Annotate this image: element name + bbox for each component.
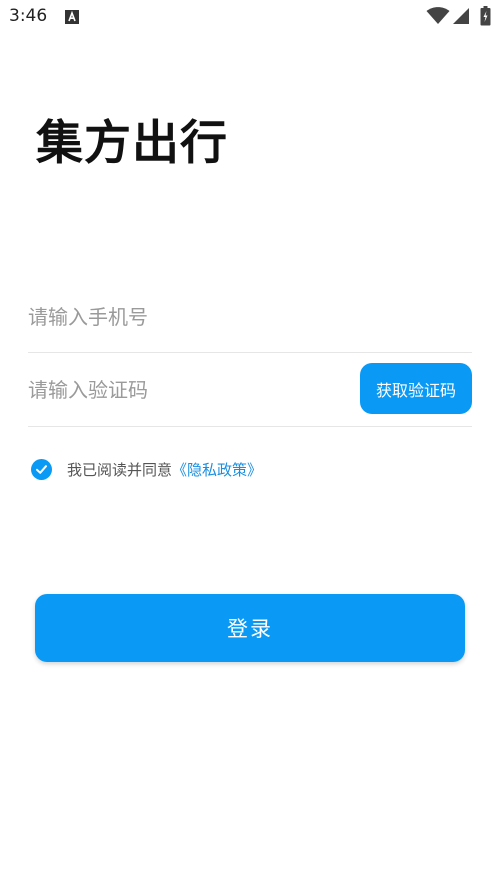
- phone-row: [28, 282, 472, 353]
- code-row: 获取验证码: [28, 354, 472, 427]
- privacy-policy-link[interactable]: 《隐私政策》: [172, 459, 262, 480]
- check-icon: [36, 464, 47, 474]
- agreement-row: 我已阅读并同意 《隐私政策》: [31, 457, 262, 481]
- app-title: 集方出行: [36, 116, 228, 171]
- status-bar: 3:46: [0, 0, 500, 34]
- verification-code-input[interactable]: [28, 354, 348, 426]
- login-screen: 3:46 集方出行 获取验证码 我已阅读并同意 《隐私政策》: [0, 0, 500, 888]
- get-code-button[interactable]: 获取验证码: [360, 363, 472, 414]
- signal-icon: [453, 8, 469, 24]
- agreement-checkbox[interactable]: [31, 458, 52, 480]
- a-notification-icon: [65, 10, 79, 24]
- agreement-text: 我已阅读并同意: [67, 460, 173, 479]
- battery-icon: [480, 6, 491, 26]
- status-time: 3:46: [9, 6, 48, 26]
- phone-input[interactable]: [28, 282, 472, 352]
- login-button[interactable]: 登录: [35, 594, 465, 662]
- wifi-icon: [426, 7, 450, 24]
